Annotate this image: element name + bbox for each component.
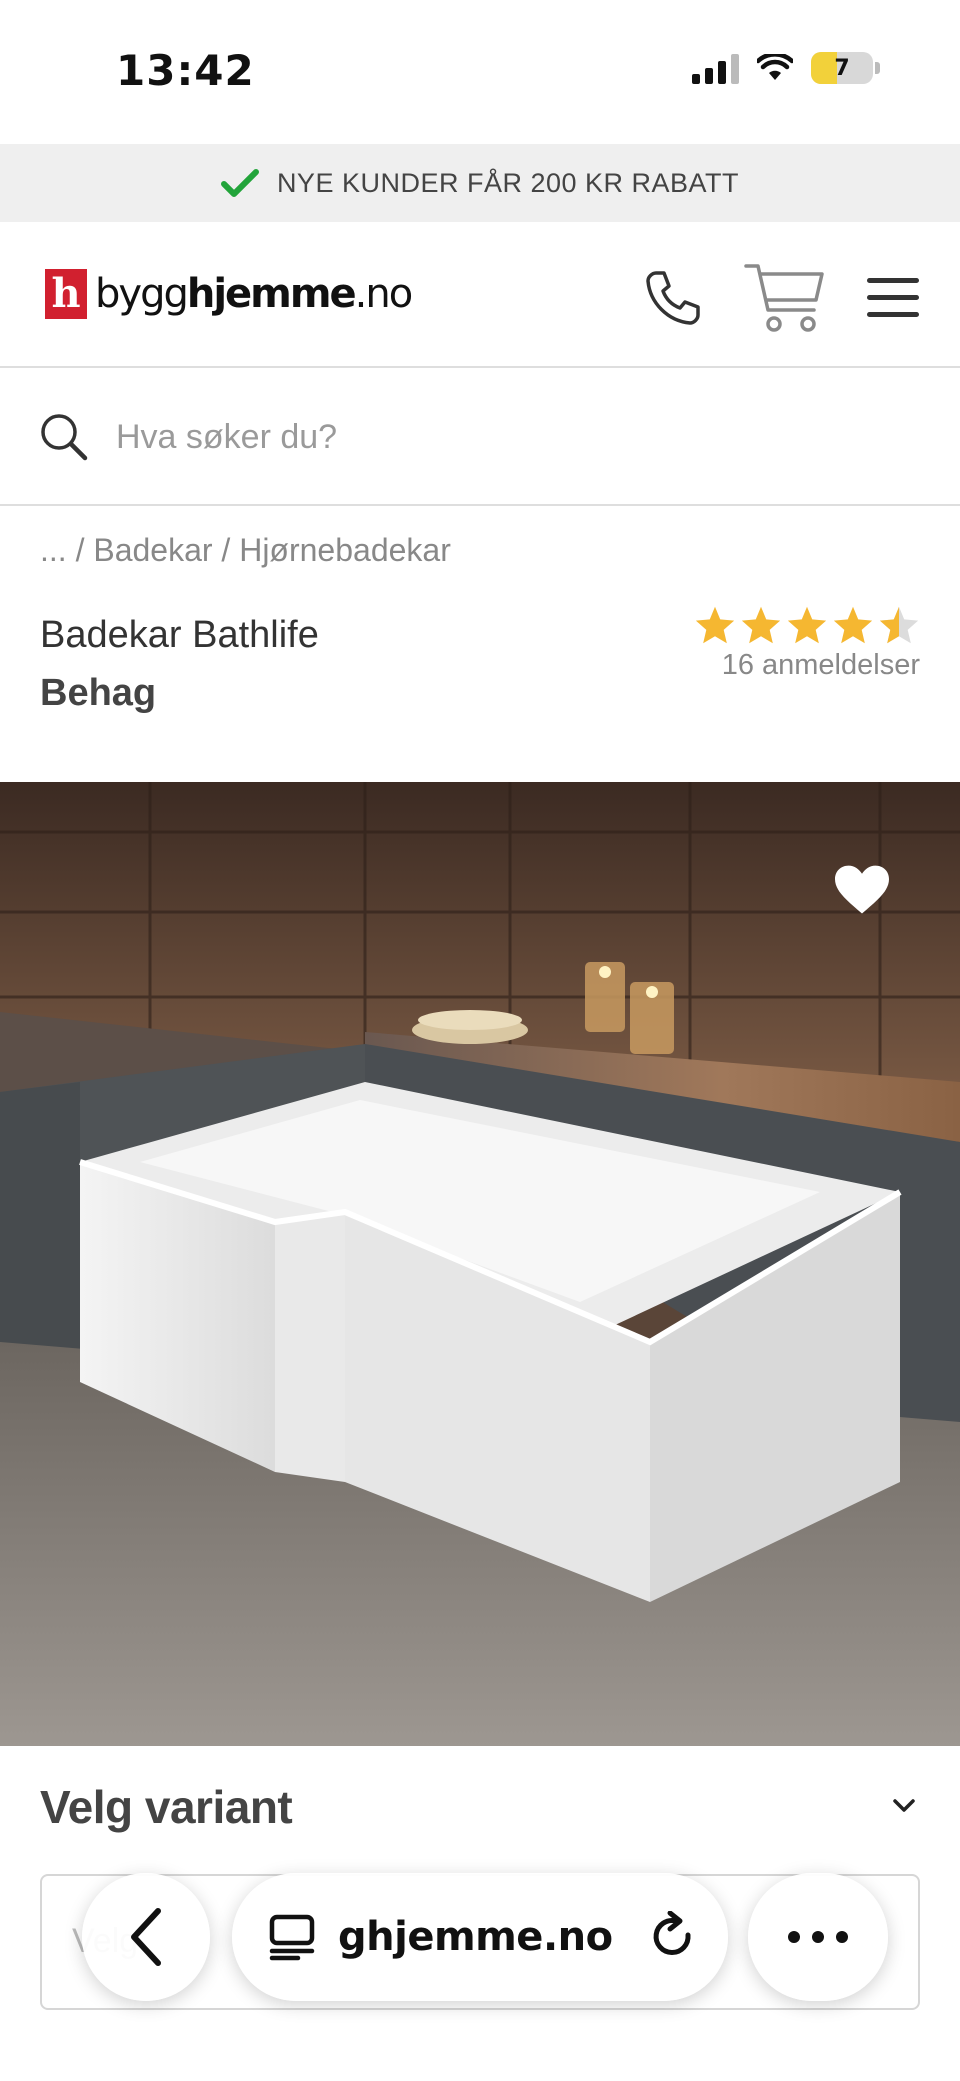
star-icon (695, 606, 735, 644)
cellular-signal-icon (692, 52, 739, 84)
chevron-left-icon (131, 1908, 161, 1966)
wifi-icon (757, 54, 793, 80)
status-icons: 7 (692, 52, 880, 84)
reload-icon[interactable] (648, 1911, 698, 1963)
search-bar (0, 370, 960, 506)
address-bar[interactable]: ghjemme.no (232, 1873, 728, 2001)
variant-heading[interactable]: Velg variant (40, 1780, 293, 1834)
back-button[interactable] (82, 1873, 210, 2001)
menu-icon[interactable] (866, 276, 920, 320)
search-icon[interactable] (38, 411, 90, 463)
chevron-down-icon[interactable] (892, 1798, 916, 1814)
header-icons (642, 260, 920, 336)
product-image[interactable] (0, 782, 960, 1746)
star-icon (741, 606, 781, 644)
more-button[interactable] (748, 1873, 888, 2001)
favorite-heart-icon[interactable] (832, 862, 892, 916)
battery-level: 7 (834, 55, 850, 81)
status-time: 13:42 (116, 46, 255, 95)
product-rating[interactable]: 16 anmeldelser (694, 605, 920, 682)
logo-text: bygghjemme.no (95, 271, 413, 317)
breadcrumb[interactable]: ... / Badekar / Hjørnebadekar (40, 532, 451, 569)
product-name: Badekar Bathlife (40, 614, 319, 656)
site-logo[interactable]: h bygghjemme.no (45, 269, 413, 319)
half-star-icon (879, 606, 919, 644)
browser-toolbar: ghjemme.no (0, 1865, 960, 2007)
star-rating (694, 605, 920, 645)
status-bar: 13:42 7 (0, 0, 960, 144)
battery-icon: 7 (811, 52, 880, 84)
search-input[interactable] (116, 417, 916, 457)
phone-icon[interactable] (642, 267, 704, 329)
promo-text: NYE KUNDER FÅR 200 KR RABATT (276, 167, 740, 198)
reader-icon[interactable] (268, 1913, 316, 1961)
star-icon (833, 606, 873, 644)
site-header: h bygghjemme.no (0, 222, 960, 368)
check-icon (220, 169, 259, 197)
promo-banner[interactable]: NYE KUNDER FÅR 200 KR RABATT (0, 144, 960, 222)
more-icon (788, 1931, 848, 1943)
cart-icon[interactable] (744, 260, 826, 336)
product-brand[interactable]: Behag (40, 672, 156, 715)
logo-mark: h (45, 269, 87, 319)
bathtub-photo (0, 782, 960, 1746)
review-count: 16 anmeldelser (721, 649, 920, 681)
star-icon (787, 606, 827, 644)
url-text: ghjemme.no (338, 1914, 613, 1960)
